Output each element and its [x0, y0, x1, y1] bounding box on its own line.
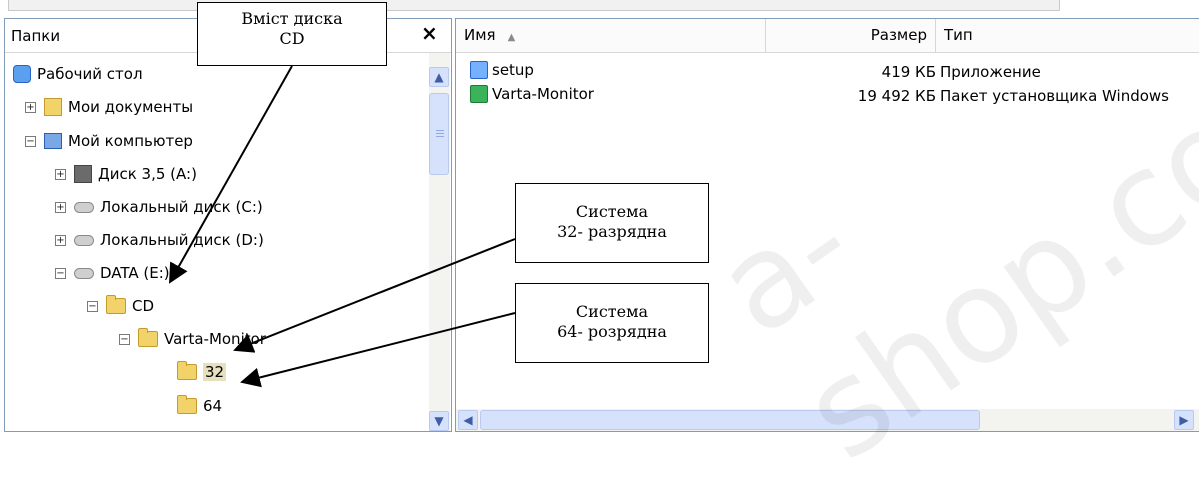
arrow-to-64 — [240, 312, 516, 388]
explorer-window: Папки × Рабочий стол + Мои документы − М… — [0, 0, 1199, 489]
arrow-to-32 — [233, 238, 516, 353]
arrow-to-cd — [169, 65, 293, 284]
